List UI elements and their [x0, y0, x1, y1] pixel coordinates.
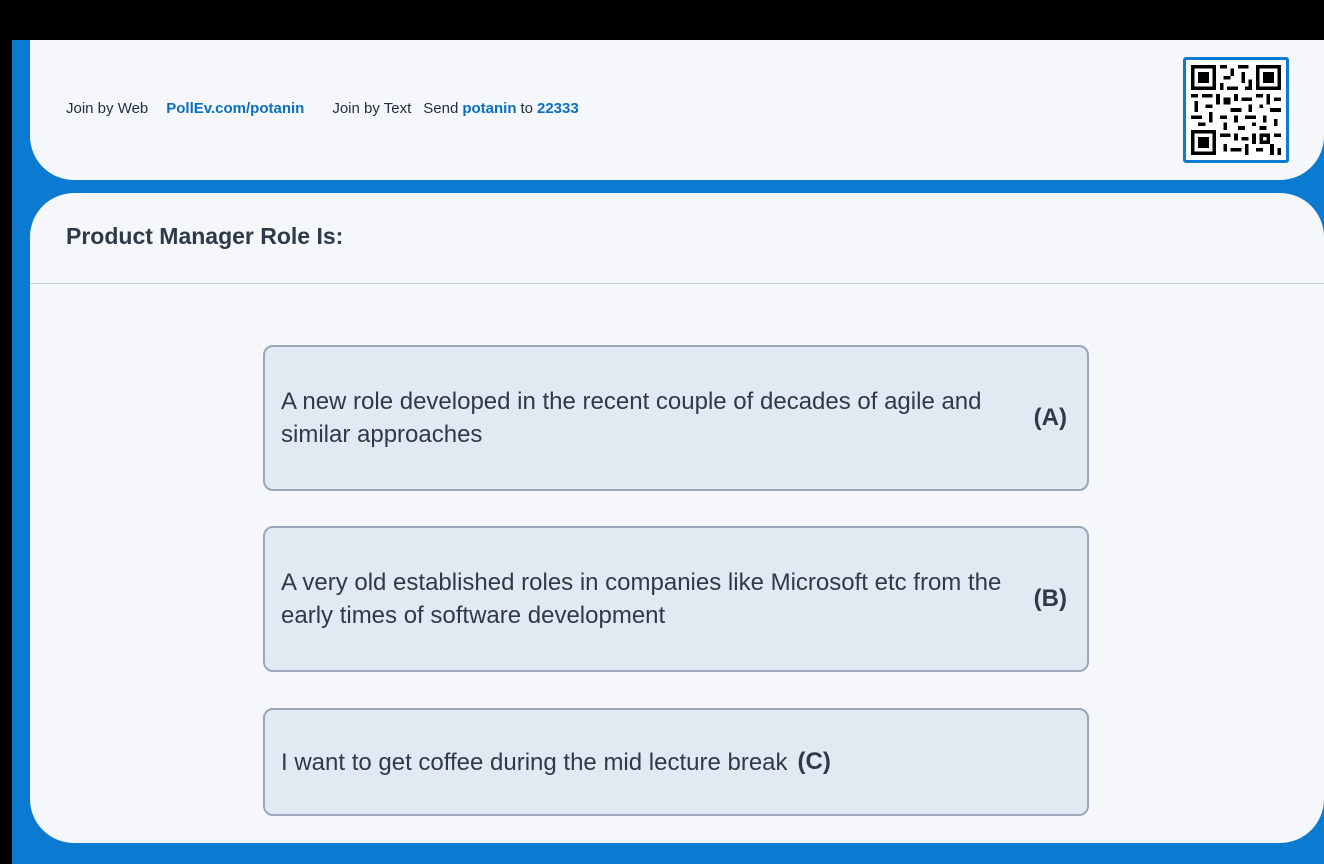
to-label: to	[520, 100, 533, 117]
sms-number: 22333	[537, 100, 579, 117]
divider	[30, 283, 1324, 284]
option-c[interactable]: I want to get coffee during the mid lect…	[263, 708, 1089, 816]
option-a-key: (A)	[1033, 404, 1067, 431]
option-a-text: A new role developed in the recent coupl…	[281, 388, 982, 448]
join-web-label: Join by Web	[66, 100, 149, 117]
join-instructions-card: Join by Web PollEv.com/potanin Join by T…	[30, 40, 1324, 180]
option-a[interactable]: A new role developed in the recent coupl…	[263, 345, 1089, 491]
join-instructions: Join by Web PollEv.com/potanin Join by T…	[66, 100, 579, 117]
qr-code-icon	[1183, 57, 1289, 163]
option-b-key: (B)	[1033, 585, 1067, 612]
option-c-key: (C)	[797, 748, 831, 775]
join-text-label: Join by Text	[332, 100, 412, 117]
option-b[interactable]: A very old established roles in companie…	[263, 526, 1089, 672]
send-label: Send	[423, 100, 459, 117]
question-title: Product Manager Role Is:	[66, 223, 344, 249]
option-b-text: A very old established roles in companie…	[281, 569, 1002, 629]
keyword: potanin	[462, 100, 517, 117]
join-web-link[interactable]: PollEv.com/potanin	[166, 100, 304, 117]
question-card: Product Manager Role Is: A new role deve…	[30, 193, 1324, 843]
option-c-text: I want to get coffee during the mid lect…	[281, 748, 788, 776]
